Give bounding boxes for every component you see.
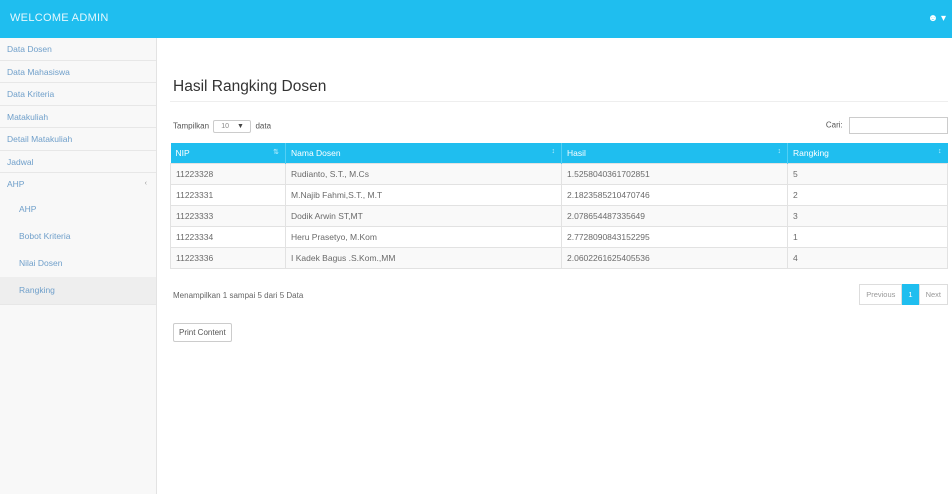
cell-nip: 11223334 (170, 225, 286, 248)
sidebar-item-label: Data Kriteria (7, 89, 55, 99)
column-label: Rangking (793, 147, 829, 158)
page-length-select[interactable]: 10 ▼ (213, 120, 252, 133)
cell-hasil: 2.078654487335649 (561, 204, 788, 227)
cell-nama-dosen: Heru Prasetyo, M.Kom (285, 225, 562, 248)
sidebar-subitem-nilai-dosen[interactable]: Nilai Dosen (0, 250, 156, 277)
table-row: 11223336 I Kadek Bagus .S.Kom.,MM 2.0602… (170, 246, 948, 269)
page-title: Hasil Rangking Dosen (173, 78, 327, 95)
sidebar-item-label: Jadwal (7, 156, 34, 167)
column-header-nip[interactable]: NIP ⇅ (170, 143, 286, 163)
cell-rangking: 4 (787, 246, 948, 269)
sidebar-item-data-mahasiswa[interactable]: Data Mahasiswa (0, 61, 156, 83)
table-row: 11223331 M.Najib Fahmi,S.T., M.T 2.18235… (170, 183, 948, 206)
sidebar-item-matakuliah[interactable]: Matakuliah (0, 106, 156, 128)
cell-rangking: 3 (787, 204, 948, 227)
welcome-text: WELCOME ADMIN (10, 12, 109, 24)
page-length-value: 10 (221, 123, 230, 130)
cell-nip: 11223328 (170, 162, 286, 185)
sidebar-item-detail-matakuliah[interactable]: Detail Matakuliah (0, 128, 156, 151)
cell-rangking: 1 (787, 225, 948, 248)
sort-icon: ⇅ (273, 149, 279, 156)
cell-nama-dosen: Dodik Arwin ST,MT (285, 204, 562, 227)
sidebar-item-label: Bobot Kriteria (19, 230, 71, 241)
search-control: Cari: (826, 117, 948, 134)
length-suffix: data (255, 121, 272, 131)
length-prefix: Tampilkan (173, 121, 210, 131)
previous-page-button[interactable]: Previous (859, 284, 903, 305)
table-row: 11223328 Rudianto, S.T., M.Cs 1.52580403… (170, 162, 948, 185)
page-1-button[interactable]: 1 (902, 284, 919, 305)
pagination: Previous 1 Next (859, 284, 948, 305)
sidebar-item-ahp-toggle[interactable]: AHP ‹ (0, 173, 156, 196)
sidebar-item-data-kriteria[interactable]: Data Kriteria (0, 83, 156, 106)
sidebar-item-label: Data Dosen (7, 44, 52, 54)
cell-nip: 11223333 (170, 204, 286, 227)
top-navbar: WELCOME ADMIN ☻ ▾ (0, 0, 952, 38)
search-label: Cari: (825, 120, 843, 130)
sidebar-item-label: AHP (19, 203, 37, 214)
column-label: NIP (175, 147, 190, 158)
cell-hasil: 2.0602261625405536 (561, 246, 788, 269)
sidebar-subitem-ahp[interactable]: AHP (0, 196, 156, 223)
cell-nip: 11223331 (170, 183, 286, 206)
sidebar-group-ahp: AHP ‹ AHP Bobot Kriteria Nilai Dosen Ran… (0, 173, 156, 305)
sidebar-item-label: Rangking (19, 284, 55, 295)
chevron-left-icon: ‹ (144, 180, 147, 187)
cell-hasil: 2.1823585210470746 (561, 183, 788, 206)
table-header-row: NIP ⇅ Nama Dosen ↕ Hasil ↕ Rangking ↕ (170, 143, 948, 163)
sidebar-subitem-bobot-kriteria[interactable]: Bobot Kriteria (0, 223, 156, 250)
user-icon: ☻ (927, 13, 939, 24)
sidebar-item-label: Detail Matakuliah (7, 134, 73, 144)
cell-nama-dosen: M.Najib Fahmi,S.T., M.T (285, 183, 562, 206)
ranking-table: NIP ⇅ Nama Dosen ↕ Hasil ↕ Rangking ↕ 112233… (170, 143, 948, 269)
divider (170, 101, 948, 102)
sidebar: Data Dosen Data Mahasiswa Data Kriteria … (0, 38, 157, 494)
sort-icon: ↕ (938, 148, 942, 155)
cell-hasil: 1.5258040361702851 (561, 162, 788, 185)
cell-nama-dosen: I Kadek Bagus .S.Kom.,MM (285, 246, 562, 269)
cell-rangking: 2 (787, 183, 948, 206)
sidebar-item-label: Nilai Dosen (19, 257, 63, 268)
cell-nama-dosen: Rudianto, S.T., M.Cs (285, 162, 562, 185)
column-label: Nama Dosen (291, 147, 341, 158)
sidebar-subitem-rangking[interactable]: Rangking (0, 276, 156, 304)
sort-icon: ↕ (777, 148, 782, 155)
sort-icon: ↕ (551, 148, 556, 155)
sidebar-item-label: Matakuliah (7, 111, 49, 122)
cell-nip: 11223336 (170, 246, 286, 269)
print-content-button[interactable]: Print Content (173, 323, 232, 342)
sidebar-item-label: Data Mahasiswa (7, 66, 70, 77)
page-length-control: Tampilkan 10 ▼ data (173, 120, 271, 133)
cell-rangking: 5 (787, 162, 948, 185)
column-header-rangking[interactable]: Rangking ↕ (787, 143, 948, 163)
column-header-nama-dosen[interactable]: Nama Dosen ↕ (285, 143, 562, 163)
table-row: 11223334 Heru Prasetyo, M.Kom 2.77280908… (170, 225, 948, 248)
chevron-down-icon: ▾ (940, 13, 946, 24)
column-label: Hasil (567, 147, 586, 158)
table-row: 11223333 Dodik Arwin ST,MT 2.07865448733… (170, 204, 948, 227)
column-header-hasil[interactable]: Hasil ↕ (561, 143, 788, 163)
user-menu-toggle[interactable]: ☻ ▾ (928, 13, 946, 24)
sidebar-item-jadwal[interactable]: Jadwal (0, 151, 156, 173)
dropdown-arrow-icon: ▼ (237, 123, 244, 130)
cell-hasil: 2.7728090843152295 (561, 225, 788, 248)
table-info: Menampilkan 1 sampai 5 dari 5 Data (173, 291, 304, 300)
sidebar-item-data-dosen[interactable]: Data Dosen (0, 38, 156, 61)
sidebar-item-label: AHP (7, 179, 25, 189)
search-input[interactable] (849, 117, 948, 134)
next-page-button[interactable]: Next (918, 284, 948, 305)
